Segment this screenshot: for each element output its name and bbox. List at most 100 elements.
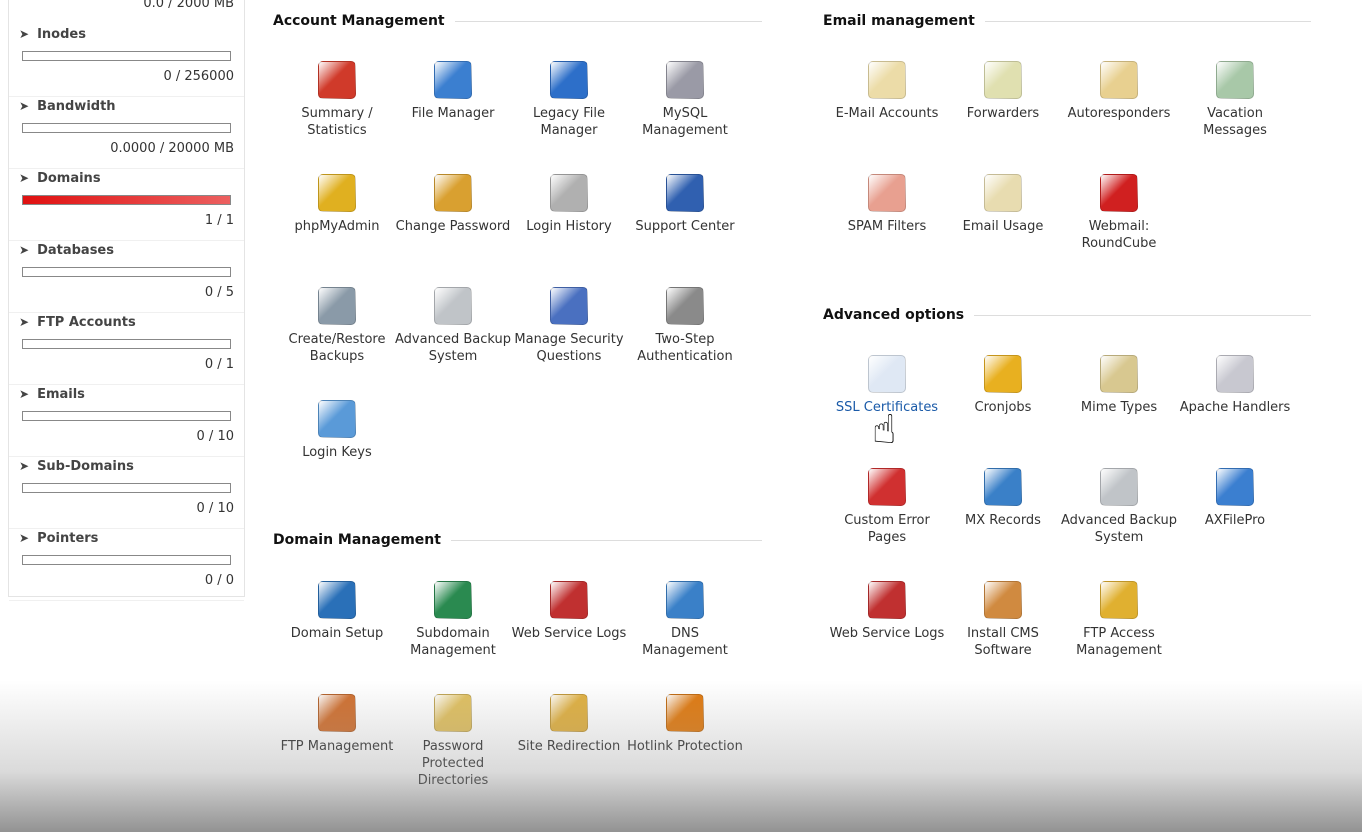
item-label: DNS Management (642, 626, 728, 658)
item-label: Web Service Logs (829, 626, 945, 641)
item-label: Email Usage (962, 219, 1044, 234)
advanced-backup-system-link[interactable]: Advanced Backup System (1061, 468, 1177, 546)
stat-bandwidth: ➤ Bandwidth 0.0000 / 20000 MB (9, 97, 244, 169)
item-label: Forwarders (966, 106, 1040, 121)
stat-name[interactable]: ➤ Emails (19, 387, 85, 402)
mysql-management-link[interactable]: MySQL Management (627, 61, 743, 139)
support-center-link[interactable]: Support Center (627, 174, 743, 235)
web-service-logs-link[interactable]: Web Service Logs (511, 581, 627, 642)
create-restore-backups-link[interactable]: Create/Restore Backups (279, 287, 395, 365)
spam-filters-link[interactable]: SPAM Filters (829, 174, 945, 235)
divider (450, 539, 762, 541)
install-cms-software-link[interactable]: Install CMS Software (945, 581, 1061, 659)
usage-bar (22, 411, 231, 421)
divider (984, 20, 1311, 22)
arrow-right-icon: ➤ (19, 459, 30, 473)
subdomain-management-link[interactable]: Subdomain Management (395, 581, 511, 659)
file-manager-link[interactable]: File Manager (395, 61, 511, 122)
item-label: Legacy File Manager (533, 106, 605, 138)
log-icon (868, 581, 906, 619)
item-label: Password Protected Directories (417, 739, 489, 788)
envelope-chart-icon (984, 174, 1022, 212)
item-label: Support Center (635, 219, 735, 234)
stat-name[interactable]: ➤ FTP Accounts (19, 315, 136, 330)
ftp-folder-icon (1100, 581, 1138, 619)
stat-name[interactable]: ➤ Databases (19, 243, 114, 258)
item-label: Advanced Backup System (1061, 513, 1177, 545)
advanced-backup-system-link[interactable]: Advanced Backup System (395, 287, 511, 365)
mx-records-link[interactable]: MX Records (945, 468, 1061, 529)
item-label: Mime Types (1080, 400, 1158, 415)
change-password-link[interactable]: Change Password (395, 174, 511, 235)
stat-name[interactable]: ➤ Bandwidth (19, 99, 116, 114)
item-label: FTP Access Management (1076, 626, 1162, 658)
network-icon (666, 581, 704, 619)
custom-error-pages-link[interactable]: Custom Error Pages (829, 468, 945, 546)
stat-emails: ➤ Emails 0 / 10 (9, 385, 244, 457)
stat-name[interactable]: ➤ Pointers (19, 531, 98, 546)
database-yellow-icon (318, 174, 356, 212)
stat-value: 1 / 1 (204, 213, 234, 228)
two-step-authentication-link[interactable]: Two-Step Authentication (627, 287, 743, 365)
stat-name[interactable]: ➤ Domains (19, 171, 101, 186)
login-keys-link[interactable]: Login Keys (279, 400, 395, 461)
summary-statistics-link[interactable]: Summary / Statistics (279, 61, 395, 139)
stat-inodes: ➤ Inodes 0 / 256000 (9, 25, 244, 97)
drive-icon (434, 287, 472, 325)
autoresponders-link[interactable]: Autoresponders (1061, 61, 1177, 122)
stat-value: 0 / 10 (196, 429, 234, 444)
chart-icon (318, 61, 356, 99)
arrow-right-icon: ➤ (19, 387, 30, 401)
usage-bar (22, 51, 231, 61)
envelope-auto-icon (1100, 61, 1138, 99)
usage-bar-fill (23, 196, 230, 204)
stat-name[interactable]: ➤ Inodes (19, 27, 86, 42)
stat-name[interactable]: ➤ Sub-Domains (19, 459, 134, 474)
phpmyadmin-link[interactable]: phpMyAdmin (279, 174, 395, 235)
email-usage-link[interactable]: Email Usage (945, 174, 1061, 235)
divider (974, 314, 1311, 316)
envelope-stop-icon (868, 174, 906, 212)
cms-box-icon (984, 581, 1022, 619)
ftp-access-management-link[interactable]: FTP Access Management (1061, 581, 1177, 659)
password-protected-directories-link[interactable]: Password Protected Directories (395, 694, 511, 789)
apache-handlers-link[interactable]: Apache Handlers (1177, 355, 1293, 416)
item-label: MX Records (965, 513, 1041, 528)
legacy-file-manager-link[interactable]: Legacy File Manager (511, 61, 627, 139)
usage-bar (22, 123, 231, 133)
item-label: Manage Security Questions (514, 332, 624, 364)
usage-bar (22, 555, 231, 565)
forwarders-link[interactable]: Forwarders (945, 61, 1061, 122)
domain-section-title: Domain Management (273, 532, 762, 548)
item-label: Autoresponders (1067, 106, 1171, 121)
login-history-link[interactable]: Login History (511, 174, 627, 235)
arrow-right-icon: ➤ (19, 531, 30, 545)
stat-value: 0 / 5 (204, 285, 234, 300)
axfilepro-link[interactable]: AXFilePro (1177, 468, 1293, 529)
domain-setup-link[interactable]: Domain Setup (279, 581, 395, 642)
zip-file-icon (1100, 355, 1138, 393)
dns-management-link[interactable]: DNS Management (627, 581, 743, 659)
item-label: Web Service Logs (511, 626, 627, 641)
ftp-folder-icon (318, 694, 356, 732)
ftp-management-link[interactable]: FTP Management (279, 694, 395, 755)
site-redirection-link[interactable]: Site Redirection (511, 694, 627, 755)
webmail-roundcube-link[interactable]: Webmail: RoundCube (1061, 174, 1177, 252)
mime-types-link[interactable]: Mime Types (1061, 355, 1177, 416)
usage-bar (22, 195, 231, 205)
envelope-forward-icon (984, 61, 1022, 99)
vacation-messages-link[interactable]: Vacation Messages (1177, 61, 1293, 139)
item-label: FTP Management (280, 739, 394, 754)
cronjobs-link[interactable]: Cronjobs (945, 355, 1061, 416)
item-label: Two-Step Authentication (637, 332, 733, 364)
web-service-logs-link[interactable]: Web Service Logs (829, 581, 945, 642)
key-icon (318, 400, 356, 438)
log-icon (550, 581, 588, 619)
item-label: Webmail: RoundCube (1081, 219, 1157, 251)
disk-usage-value: 0.0 / 2000 MB (143, 0, 234, 11)
e-mail-accounts-link[interactable]: E-Mail Accounts (829, 61, 945, 122)
item-label: Login History (526, 219, 612, 234)
manage-security-questions-link[interactable]: Manage Security Questions (511, 287, 627, 365)
file-manager-icon (434, 61, 472, 99)
hotlink-protection-link[interactable]: Hotlink Protection (627, 694, 743, 755)
